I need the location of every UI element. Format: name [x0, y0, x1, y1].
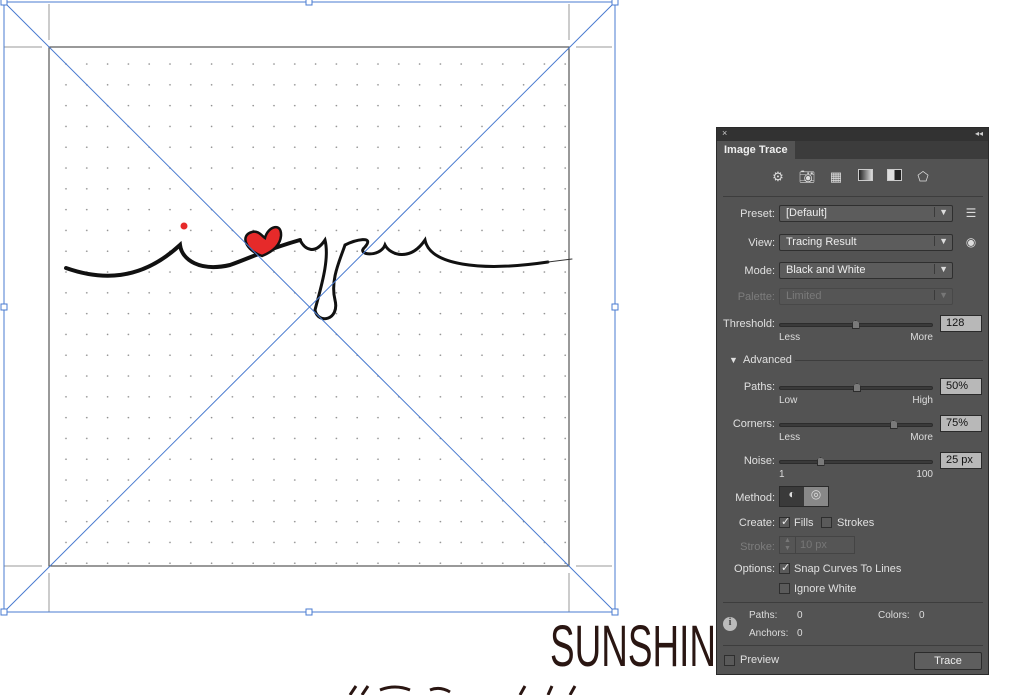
threshold-max-label: More — [910, 332, 933, 343]
fills-label: Fills — [794, 517, 814, 529]
trace-button[interactable]: Trace — [914, 652, 982, 670]
corners-value-field[interactable]: 75% — [940, 415, 982, 432]
threshold-slider-thumb[interactable] — [851, 320, 860, 329]
preset-label: Preset: — [740, 208, 775, 220]
paths-label: Paths: — [743, 381, 775, 393]
sunshine-text: SUNSHIN — [550, 614, 716, 679]
handwritten-fragment — [348, 685, 577, 695]
strokes-label: Strokes — [837, 517, 875, 529]
fills-checkbox[interactable] — [779, 515, 790, 528]
noise-slider[interactable] — [779, 457, 933, 466]
low-color-icon[interactable]: ▦ — [827, 169, 845, 185]
create-label: Create: — [738, 517, 775, 529]
threshold-min-label: Less — [779, 332, 801, 343]
strokes-checkbox[interactable] — [821, 517, 832, 528]
info-colors-label: Colors: — [878, 610, 910, 621]
preview-checkbox[interactable] — [724, 655, 735, 666]
threshold-value-field[interactable]: 128 — [940, 315, 982, 332]
ignore-white-checkbox[interactable] — [779, 583, 790, 594]
noise-label: Noise: — [743, 455, 775, 467]
stroke-value: 10 px — [800, 539, 827, 551]
noise-max-label: 100 — [916, 469, 933, 480]
noise-min-label: 1 — [779, 469, 785, 480]
corners-slider[interactable] — [779, 420, 933, 429]
threshold-label: Threshold: — [723, 318, 775, 330]
threshold-slider[interactable] — [779, 320, 933, 329]
options-label: Options: — [734, 563, 775, 575]
view-dropdown[interactable]: Tracing Result ▼ — [779, 234, 953, 251]
auto-color-icon[interactable]: ⚙ — [769, 169, 787, 185]
ignore-white-label: Ignore White — [794, 583, 857, 595]
info-paths-label: Paths: — [749, 610, 778, 621]
view-label: View: — [748, 237, 775, 249]
preset-menu-icon[interactable]: ☰ — [962, 206, 980, 220]
noise-slider-thumb[interactable] — [816, 457, 825, 466]
eye-icon[interactable]: ◉ — [962, 235, 980, 249]
image-trace-panel: × ◂◂ Image Trace ⚙ 📷︎ ▦ ⬠ Preset: [Defau… — [716, 127, 989, 675]
preview-label: Preview — [740, 654, 780, 666]
paths-max-label: High — [912, 395, 933, 406]
i-dot — [180, 222, 188, 230]
corners-min-label: Less — [779, 432, 801, 443]
corners-label: Corners: — [732, 418, 775, 430]
method-label: Method: — [735, 492, 775, 504]
collapse-icon[interactable]: ◂◂ — [975, 129, 983, 138]
mode-label: Mode: — [744, 265, 775, 277]
paths-min-label: Low — [779, 395, 798, 406]
info-icon: i — [723, 617, 737, 631]
mode-dropdown[interactable]: Black and White ▼ — [779, 262, 953, 279]
info-anchors-label: Anchors: — [749, 628, 789, 639]
tab-image-trace[interactable]: Image Trace — [717, 141, 795, 159]
paths-slider-thumb[interactable] — [853, 383, 861, 392]
panel-titlebar[interactable]: × ◂◂ — [717, 128, 988, 141]
preset-dropdown[interactable]: [Default] ▼ — [779, 205, 953, 222]
method-abutting-button[interactable]: ◐ — [780, 487, 804, 506]
snap-curves-checkbox[interactable] — [779, 561, 790, 574]
close-icon[interactable]: × — [722, 128, 727, 138]
high-color-icon[interactable]: 📷︎ — [798, 169, 816, 185]
noise-value-field[interactable]: 25 px — [940, 452, 982, 469]
paths-slider[interactable] — [779, 383, 933, 392]
method-overlapping-button[interactable]: ◎ — [804, 487, 828, 506]
stroke-stepper-icon: ▲ ▼ — [780, 537, 796, 553]
palette-dropdown: Limited ▼ — [779, 288, 953, 305]
snap-curves-label: Snap Curves To Lines — [794, 563, 902, 575]
black-white-icon[interactable] — [885, 169, 903, 185]
advanced-toggle-icon[interactable]: ▼ — [729, 355, 738, 365]
info-paths-value: 0 — [797, 610, 803, 621]
outline-icon[interactable]: ⬠ — [914, 169, 932, 185]
info-colors-value: 0 — [919, 610, 925, 621]
grayscale-icon[interactable] — [856, 169, 874, 185]
advanced-label[interactable]: Advanced — [743, 354, 792, 366]
info-anchors-value: 0 — [797, 628, 803, 639]
stroke-label: Stroke: — [740, 541, 775, 553]
corners-max-label: More — [910, 432, 933, 443]
corners-slider-thumb[interactable] — [889, 420, 898, 429]
palette-label: Palette: — [737, 291, 775, 303]
paths-value-field[interactable]: 50% — [940, 378, 982, 395]
